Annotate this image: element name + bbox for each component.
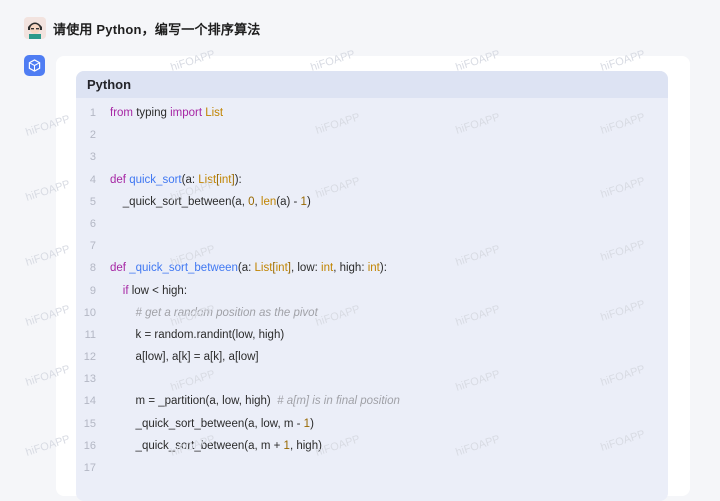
watermark-text: hiFOAPP [454, 368, 502, 394]
watermark-text: hiFOAPP [309, 48, 357, 74]
watermark-text: hiFOAPP [169, 303, 217, 329]
watermark-text: hiFOAPP [599, 363, 647, 389]
watermark-text: hiFOAPP [454, 303, 502, 329]
watermark-text: hiFOAPP [24, 178, 72, 204]
watermark-text: hiFOAPP [599, 428, 647, 454]
watermark-text: hiFOAPP [599, 111, 647, 137]
watermark-text: hiFOAPP [454, 433, 502, 459]
watermark-text: hiFOAPP [24, 113, 72, 139]
watermark-text: hiFOAPP [169, 368, 217, 394]
watermark-text: hiFOAPP [314, 175, 362, 201]
watermark-text: hiFOAPP [24, 363, 72, 389]
watermark-text: hiFOAPP [169, 178, 217, 204]
watermark-text: hiFOAPP [24, 303, 72, 329]
watermark-text: hiFOAPP [169, 243, 217, 269]
watermark-text: hiFOAPP [24, 243, 72, 269]
watermark-text: hiFOAPP [169, 433, 217, 459]
watermark-text: hiFOAPP [454, 111, 502, 137]
watermark-text: hiFOAPP [24, 433, 72, 459]
watermark-text: hiFOAPP [599, 298, 647, 324]
watermark-text: hiFOAPP [599, 48, 647, 74]
watermark-text: hiFOAPP [314, 433, 362, 459]
watermark-text: hiFOAPP [314, 111, 362, 137]
watermark-text: hiFOAPP [599, 175, 647, 201]
watermark-text: hiFOAPP [314, 303, 362, 329]
watermark-text: hiFOAPP [454, 48, 502, 74]
watermark-text: hiFOAPP [169, 48, 217, 74]
watermark-text: hiFOAPP [599, 238, 647, 264]
watermark-layer: hiFOAPP hiFOAPP hiFOAPP hiFOAPP hiFOAPP hiFOA… [0, 0, 720, 481]
watermark-text: hiFOAPP [454, 243, 502, 269]
